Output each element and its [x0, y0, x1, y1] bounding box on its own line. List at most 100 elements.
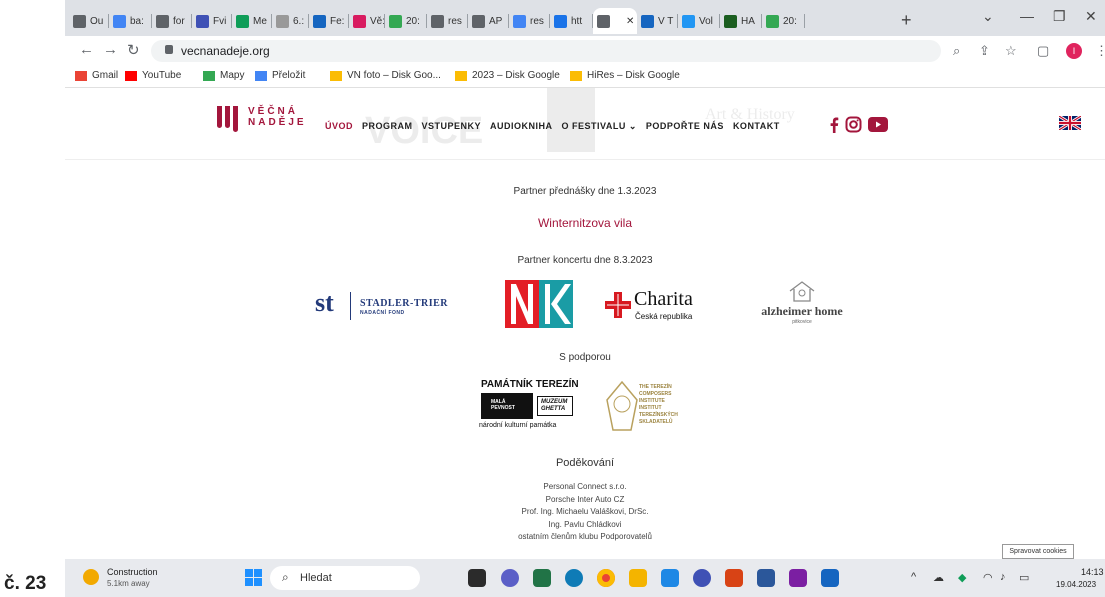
facebook-icon[interactable]	[829, 117, 839, 133]
file-explorer-icon[interactable]	[629, 569, 647, 587]
bookmark-icon	[203, 70, 215, 81]
browser-tab[interactable]: ba:	[109, 8, 152, 34]
minimize-button[interactable]: —	[1020, 8, 1034, 24]
browser-tab[interactable]: res	[509, 8, 550, 34]
tab-label: res	[530, 15, 544, 27]
main-nav: ÚVOD PROGRAM VSTUPENKY AUDIOKNIHA O FESTIVAL…	[325, 121, 780, 132]
clock-date[interactable]: 19.04.2023	[1056, 580, 1096, 589]
nav-item[interactable]: KONTAKT	[733, 121, 780, 132]
forward-icon[interactable]: →	[103, 41, 118, 58]
tci-text-line: INSTITUTE	[639, 398, 665, 404]
browser-tab[interactable]: res	[427, 8, 468, 34]
bookmark-item[interactable]: Mapy	[203, 70, 244, 81]
browser-tab[interactable]: Vě:	[349, 8, 385, 34]
browser-tab[interactable]: 20:	[385, 8, 427, 34]
browser-tab[interactable]: Fvi	[192, 8, 232, 34]
tab-search-icon[interactable]: ⌄	[982, 8, 994, 25]
tab-close-icon[interactable]: ✕	[626, 16, 634, 27]
browser-tab[interactable]: Me	[232, 8, 272, 34]
url-text: vecnanadeje.org	[181, 44, 270, 58]
browser-tab[interactable]: HA	[720, 8, 762, 34]
word-icon[interactable]	[757, 569, 775, 587]
browser-tab[interactable]: V T	[637, 8, 678, 34]
tray-overflow-icon[interactable]: ^	[911, 571, 916, 583]
bookmark-item[interactable]: HiRes – Disk Google	[570, 70, 680, 81]
clock-time[interactable]: 14:13	[1081, 567, 1104, 577]
nav-item[interactable]: PODPOŘTE NÁS	[646, 121, 724, 132]
menu-icon[interactable]: ⋮	[1095, 43, 1105, 59]
cookie-settings-button[interactable]: Spravovat cookies	[1002, 544, 1074, 559]
nav-item[interactable]: AUDIOKNIHA	[490, 121, 553, 132]
windows-start-icon[interactable]	[245, 569, 262, 586]
browser-tab[interactable]: Ou	[69, 8, 109, 34]
stadler-trier-logo[interactable]: st STADLER-TRIER NADAČNÍ FOND	[315, 288, 480, 328]
nav-item[interactable]: PROGRAM	[362, 121, 413, 132]
browser-tab[interactable]: 6.:	[272, 8, 309, 34]
tab-favicon-icon	[641, 14, 654, 28]
bookmark-item[interactable]: 2023 – Disk Google	[455, 70, 560, 81]
back-icon[interactable]: ←	[79, 41, 94, 58]
profile-avatar[interactable]: I	[1066, 43, 1082, 59]
terezin-composers-institute-logo[interactable]: THE TEREZÍN COMPOSERS INSTITUTE INSTITUT TER…	[603, 378, 703, 436]
volume-icon[interactable]: ♪	[1000, 571, 1006, 583]
store-icon[interactable]	[661, 569, 679, 587]
task-view-icon[interactable]	[468, 569, 486, 587]
bookmark-item[interactable]: Gmail	[75, 70, 118, 81]
side-panel-icon[interactable]: ▢	[1037, 43, 1049, 59]
chat-icon[interactable]	[501, 569, 519, 587]
instagram-icon[interactable]	[845, 116, 862, 133]
weather-title[interactable]: Construction	[107, 567, 158, 577]
restore-button[interactable]: ❐	[1053, 8, 1066, 25]
bookmark-icon	[255, 70, 267, 81]
youtube-icon[interactable]	[868, 117, 888, 132]
tab-favicon-icon	[724, 14, 737, 28]
onenote-icon[interactable]	[789, 569, 807, 587]
powerpoint-icon[interactable]	[725, 569, 743, 587]
wifi-icon[interactable]: ◠	[983, 571, 993, 584]
share-icon[interactable]: ⇪	[979, 43, 990, 59]
pamatnik-terezin-logo[interactable]: PAMÁTNÍK TEREZÍN MALÁ PEVNOST MUZEUM GHETT…	[479, 378, 589, 434]
browser-tab[interactable]: Vol	[678, 8, 720, 34]
nk-logo[interactable]	[505, 280, 573, 328]
chrome-icon[interactable]	[597, 569, 615, 587]
browser-tab[interactable]: for	[152, 8, 192, 34]
weather-construction-icon[interactable]	[83, 569, 99, 585]
nav-item[interactable]: O FESTIVALU ⌄	[562, 121, 637, 132]
browser-tab[interactable]: htt	[550, 8, 593, 34]
bookmark-item[interactable]: VN foto – Disk Goo...	[330, 70, 441, 81]
excel-icon[interactable]	[533, 569, 551, 587]
browser-tab[interactable]: ✕	[593, 8, 637, 34]
browser-tab[interactable]: Fe:	[309, 8, 349, 34]
bookmark-star-icon[interactable]: ☆	[1005, 43, 1017, 59]
close-window-button[interactable]: ✕	[1085, 8, 1097, 25]
tab-strip: Ou ba: for Fvi Me 6.: Fe: Vě: 20: res AP res htt ✕ V T…	[65, 0, 1105, 36]
english-flag-icon[interactable]	[1059, 116, 1081, 130]
tci-emblem-icon	[606, 380, 638, 431]
reload-icon[interactable]: ↻	[127, 41, 140, 59]
edge-icon[interactable]	[565, 569, 583, 587]
browser-tab[interactable]: 20:	[762, 8, 805, 34]
brand-name[interactable]: VĚČNÁ NADĚJE	[248, 106, 307, 128]
bookmark-item[interactable]: YouTube	[125, 70, 181, 81]
brand-logo-icon[interactable]	[217, 106, 243, 134]
figure-caption: č. 23	[4, 573, 47, 594]
cloud-icon[interactable]: ☁	[933, 571, 944, 584]
bookmark-item[interactable]: Přeložit	[255, 70, 305, 81]
tab-label: 6.:	[293, 15, 305, 27]
zoom-icon[interactable]: ⌕	[953, 43, 960, 59]
battery-icon[interactable]: ▭	[1019, 571, 1029, 584]
nav-item[interactable]: ÚVOD	[325, 121, 353, 132]
tab-favicon-icon	[766, 14, 779, 28]
app-icon-b[interactable]	[821, 569, 839, 587]
nav-item[interactable]: VSTUPENKY	[422, 121, 482, 132]
drive-icon[interactable]: ◆	[958, 571, 966, 584]
address-bar[interactable]: vecnanadeje.org	[151, 40, 941, 62]
tci-text-line: INSTITUT	[639, 405, 662, 411]
browser-tab[interactable]: AP	[468, 8, 509, 34]
charita-logo[interactable]: Charita Česká republika	[605, 288, 715, 328]
new-tab-button[interactable]: +	[901, 11, 912, 29]
app-icon-a[interactable]	[693, 569, 711, 587]
lecture-partner-link[interactable]: Winternitzova vila	[65, 216, 1105, 230]
alzheimer-home-logo[interactable]: alzheimer home pitkovice	[751, 280, 861, 330]
taskbar-search[interactable]: ⌕ Hledat	[270, 566, 420, 590]
